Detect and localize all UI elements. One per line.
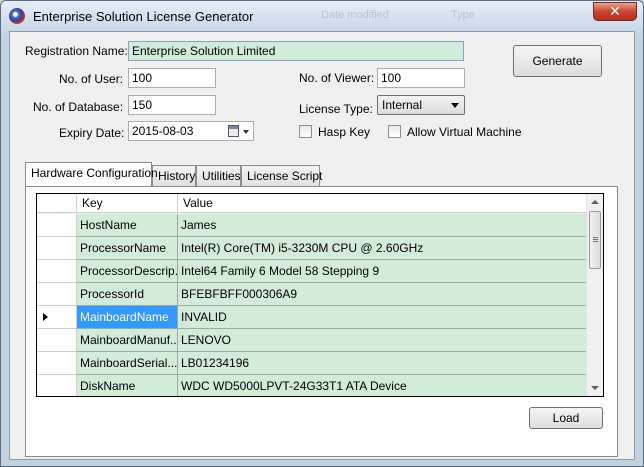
expiry-date-value: 2015-08-03 [132, 124, 194, 138]
tab-history[interactable]: History [152, 165, 196, 186]
cell-key[interactable]: HostName [77, 214, 178, 237]
cell-value[interactable]: James [178, 214, 588, 237]
grip-line [593, 237, 598, 238]
cell-key[interactable]: MainboardManuf... [77, 329, 178, 352]
table-row[interactable]: ProcessorId BFEBFBFF000306A9 [37, 283, 588, 306]
allow-virtual-machine-checkbox[interactable] [388, 125, 401, 138]
app-logo-icon [9, 8, 25, 24]
load-button[interactable]: Load [529, 407, 603, 429]
table-row[interactable]: HostName James [37, 214, 588, 237]
cell-value[interactable]: LENOVO [178, 329, 588, 352]
grid-corner-header [37, 194, 77, 213]
cell-key[interactable]: ProcessorDescrip... [77, 260, 178, 283]
license-type-label: License Type: [299, 102, 373, 116]
row-header[interactable] [37, 306, 77, 329]
cell-key-selected[interactable]: MainboardName [77, 306, 178, 329]
expiry-date-picker[interactable]: 2015-08-03 [128, 121, 254, 141]
background-column-header: Date modified [321, 9, 389, 21]
app-window: Enterprise Solution License Generator Da… [0, 0, 644, 467]
row-header[interactable] [37, 375, 77, 396]
hasp-key-checkbox[interactable] [299, 125, 312, 138]
tab-utilities[interactable]: Utilities [196, 165, 241, 186]
chevron-down-icon [451, 103, 459, 108]
generate-button[interactable]: Generate [513, 45, 602, 77]
scroll-down-arrow-icon[interactable] [591, 386, 599, 390]
vertical-scrollbar[interactable] [586, 194, 603, 396]
row-header[interactable] [37, 237, 77, 260]
table-row[interactable]: DiskName WDC WD5000LPVT-24G33T1 ATA Devi… [37, 375, 588, 396]
cell-key[interactable]: DiskName [77, 375, 178, 396]
window-title: Enterprise Solution License Generator [33, 9, 254, 24]
row-header[interactable] [37, 214, 77, 237]
no-of-database-label: No. of Database: [33, 100, 124, 114]
grip-line [593, 239, 598, 240]
cell-key[interactable]: ProcessorId [77, 283, 178, 306]
expiry-date-label: Expiry Date: [59, 126, 125, 140]
no-of-user-label: No. of User: [59, 72, 124, 86]
close-icon: ✕ [609, 3, 621, 19]
title-bar[interactable]: Enterprise Solution License Generator Da… [1, 1, 643, 31]
allow-virtual-machine-label: Allow Virtual Machine [407, 125, 522, 139]
cell-key[interactable]: ProcessorName [77, 237, 178, 260]
background-column-header: Type [451, 9, 475, 21]
calendar-icon[interactable] [228, 125, 239, 137]
scrollbar-thumb[interactable] [589, 211, 601, 269]
license-type-select[interactable]: Internal [377, 95, 465, 115]
row-header[interactable] [37, 283, 77, 306]
registration-name-label: Registration Name: [25, 44, 128, 58]
no-of-viewer-input[interactable]: 100 [377, 68, 465, 88]
registration-name-input[interactable]: Enterprise Solution Limited [128, 41, 464, 61]
cell-key[interactable]: MainboardSerial... [77, 352, 178, 375]
hasp-key-label: Hasp Key [318, 125, 371, 139]
tab-license-script[interactable]: License Script [241, 165, 322, 186]
cell-value[interactable]: WDC WD5000LPVT-24G33T1 ATA Device [178, 375, 588, 396]
table-row[interactable]: MainboardSerial... LB01234196 [37, 352, 588, 375]
tab-hardware-configuration[interactable]: Hardware Configuration [25, 162, 158, 186]
column-header-value[interactable]: Value [178, 194, 588, 213]
no-of-database-input[interactable]: 150 [128, 95, 216, 115]
cell-value[interactable]: LB01234196 [178, 352, 588, 375]
cell-value[interactable]: Intel(R) Core(TM) i5-3230M CPU @ 2.60GHz [178, 237, 588, 260]
hardware-grid[interactable]: Key Value HostName James ProcessorName I… [36, 193, 604, 397]
license-type-value: Internal [382, 98, 423, 112]
table-row[interactable]: MainboardManuf... LENOVO [37, 329, 588, 352]
close-button[interactable]: ✕ [593, 2, 637, 21]
row-header[interactable] [37, 329, 77, 352]
grip-line [593, 241, 598, 242]
column-header-key[interactable]: Key [77, 194, 178, 213]
row-header[interactable] [37, 352, 77, 375]
cell-value[interactable]: INVALID [178, 306, 588, 329]
table-row[interactable]: ProcessorDescrip... Intel64 Family 6 Mod… [37, 260, 588, 283]
grid-header: Key Value [37, 194, 588, 213]
cell-value[interactable]: BFEBFBFF000306A9 [178, 283, 588, 306]
no-of-viewer-label: No. of Viewer: [299, 71, 375, 85]
table-row[interactable]: ProcessorName Intel(R) Core(TM) i5-3230M… [37, 237, 588, 260]
row-header[interactable] [37, 260, 77, 283]
chevron-down-icon [243, 130, 249, 134]
cell-value[interactable]: Intel64 Family 6 Model 58 Stepping 9 [178, 260, 588, 283]
no-of-user-input[interactable]: 100 [128, 68, 216, 88]
table-row[interactable]: MainboardName INVALID [37, 306, 588, 329]
hardware-configuration-panel: Key Value HostName James ProcessorName I… [25, 186, 618, 457]
scroll-up-arrow-icon[interactable] [591, 200, 599, 204]
form-body: Registration Name: Enterprise Solution L… [9, 31, 635, 460]
current-row-pointer-icon [43, 313, 48, 321]
